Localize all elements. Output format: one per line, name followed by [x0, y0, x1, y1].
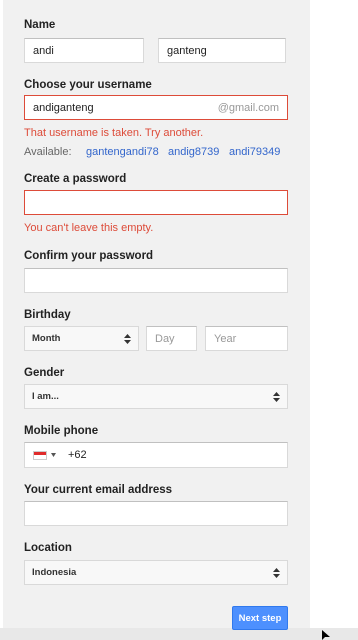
username-input[interactable]: andiganteng @gmail.com [24, 95, 288, 120]
birth-day-input[interactable]: Day [146, 326, 197, 351]
birth-year-placeholder: Year [214, 332, 237, 345]
country-picker[interactable] [33, 450, 56, 460]
last-name-input[interactable]: ganteng [158, 38, 286, 63]
mobile-phone-input[interactable]: +62 [24, 442, 288, 468]
confirm-password-input[interactable] [24, 268, 288, 293]
next-step-button[interactable]: Next step [232, 606, 288, 630]
select-arrows-icon [273, 561, 280, 584]
first-name-input[interactable]: andi [24, 38, 144, 63]
name-label: Name [24, 19, 56, 31]
gmail-suffix: @gmail.com [217, 101, 279, 114]
suggestion-link-1[interactable]: gantengandi78 [86, 146, 159, 158]
current-email-label: Your current email address [24, 484, 173, 496]
birth-year-input[interactable]: Year [205, 326, 288, 351]
birth-month-value: Month [32, 333, 61, 344]
birthday-label: Birthday [24, 309, 71, 321]
mobile-phone-label: Mobile phone [24, 425, 99, 437]
available-label: Available: [24, 146, 72, 158]
taskbar-strip [0, 628, 358, 640]
last-name-value: ganteng [167, 44, 207, 57]
username-label: Choose your username [24, 79, 152, 91]
birth-day-placeholder: Day [155, 332, 175, 345]
birth-month-select[interactable]: Month [24, 326, 139, 351]
password-label: Create a password [24, 173, 127, 185]
mouse-cursor-icon [322, 630, 330, 640]
chevron-down-icon [51, 453, 56, 457]
select-arrows-icon [273, 385, 280, 408]
suggestion-link-2[interactable]: andig8739 [168, 146, 219, 158]
password-input[interactable] [24, 190, 288, 215]
location-select[interactable]: Indonesia [24, 560, 288, 585]
username-value: andiganteng [33, 101, 94, 114]
suggestion-link-3[interactable]: andi79349 [229, 146, 280, 158]
current-email-input[interactable] [24, 501, 288, 526]
indonesia-flag-icon [33, 450, 47, 460]
gender-label: Gender [24, 367, 65, 379]
gender-select[interactable]: I am... [24, 384, 288, 409]
select-arrows-icon [124, 327, 131, 350]
first-name-value: andi [33, 44, 54, 57]
gender-value: I am... [32, 391, 59, 402]
confirm-password-label: Confirm your password [24, 250, 154, 262]
location-label: Location [24, 542, 72, 554]
location-value: Indonesia [32, 567, 77, 578]
password-error: You can't leave this empty. [24, 222, 154, 234]
username-error: That username is taken. Try another. [24, 127, 204, 139]
country-code: +62 [68, 449, 87, 461]
